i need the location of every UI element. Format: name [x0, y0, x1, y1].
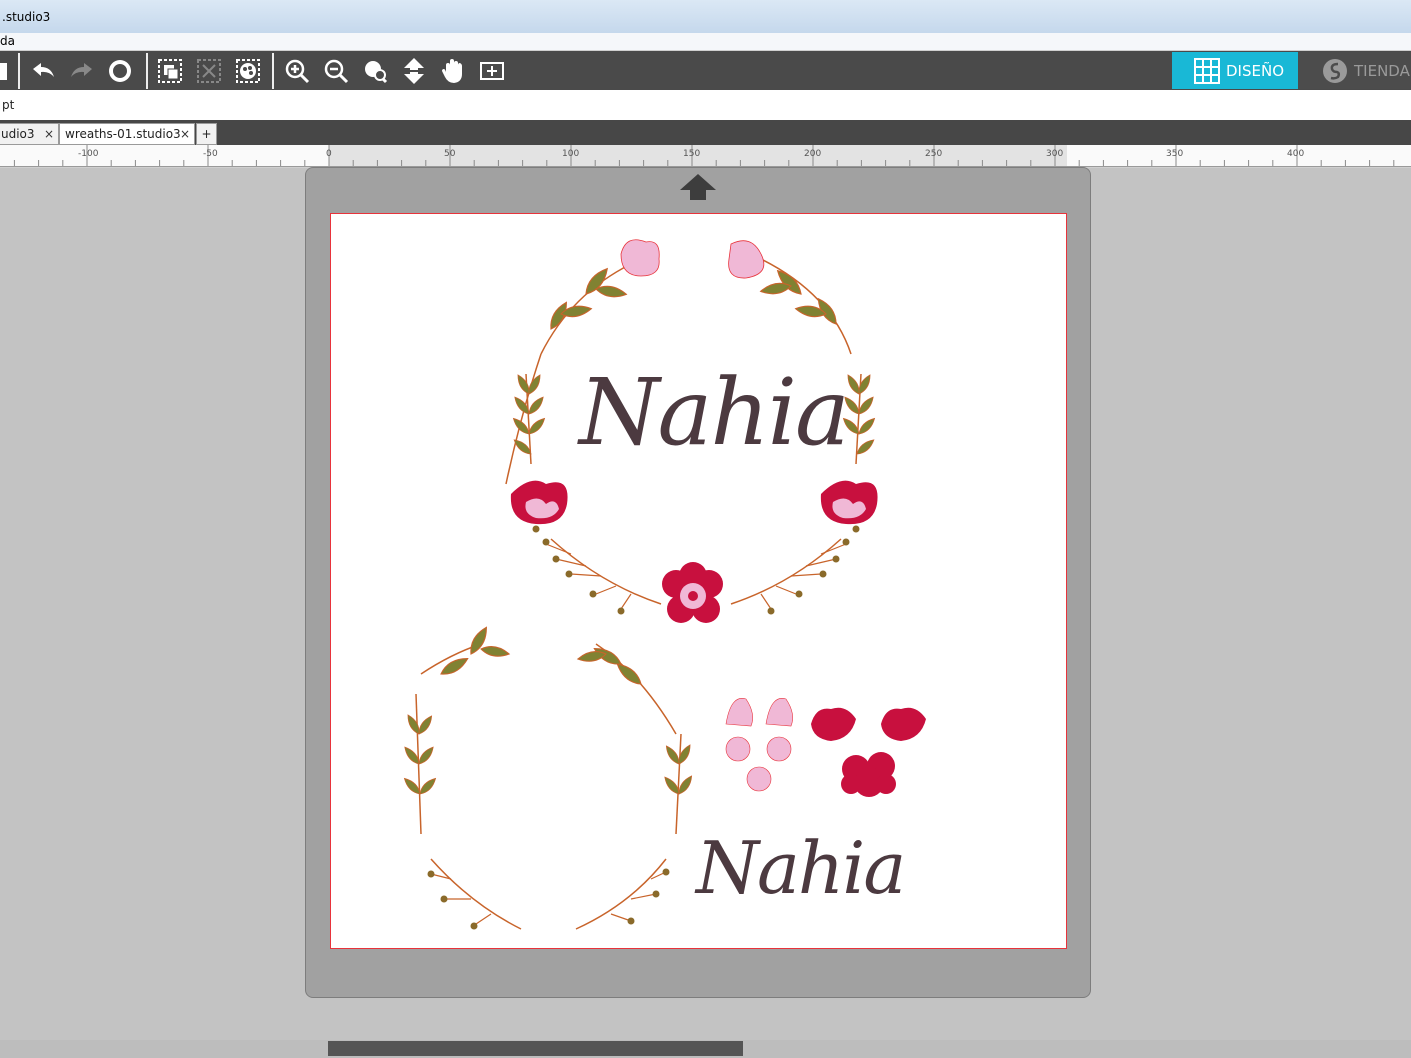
ruler-label: -50: [203, 149, 218, 159]
zoom-in-icon[interactable]: [279, 53, 315, 89]
document-tab-label: wreaths-01.studio3: [65, 127, 181, 141]
plus-icon: +: [201, 127, 212, 141]
loose-pink-petals: [725, 697, 793, 792]
title-bar: .studio3: [0, 0, 1411, 33]
loose-magenta-petals: [811, 707, 926, 797]
redo-icon[interactable]: [64, 53, 100, 89]
document-tab[interactable]: udio3 ×: [0, 123, 59, 145]
design-tab-label: DISEÑO: [1226, 61, 1285, 80]
bottom-right-branch: [730, 525, 860, 615]
unit-label: pt: [2, 98, 15, 112]
magenta-tulip-left: [510, 480, 568, 525]
new-tab-button[interactable]: +: [196, 123, 217, 145]
grid-icon: [1194, 57, 1220, 84]
ungroup-icon[interactable]: [191, 53, 227, 89]
menu-bar: da: [0, 33, 1411, 51]
document-tab-bar: udio3 × wreaths-01.studio3 × +: [0, 120, 1411, 145]
group-icon[interactable]: [152, 53, 188, 89]
center-flower: [662, 562, 723, 623]
pink-tulip-right: [728, 240, 765, 279]
magenta-tulip-right: [820, 480, 878, 525]
ruler-label: 400: [1287, 149, 1304, 159]
bottom-left-branch: [532, 525, 662, 615]
document-tab-active[interactable]: wreaths-01.studio3 ×: [59, 123, 195, 145]
ruler-label: 0: [326, 149, 332, 159]
zoom-select-icon[interactable]: [357, 53, 393, 89]
ruler-label: 100: [562, 149, 579, 159]
name-text-small[interactable]: Nahia: [696, 826, 906, 910]
feed-direction-arrow-icon: [680, 174, 716, 200]
undo-icon[interactable]: [25, 53, 61, 89]
pan-down-icon[interactable]: [396, 53, 432, 89]
toolbar-separator: [272, 53, 274, 89]
close-tab-icon[interactable]: ×: [180, 127, 190, 141]
close-tab-icon[interactable]: ×: [44, 127, 54, 141]
pink-tulip-left: [620, 239, 660, 277]
design-page[interactable]: Nahia Nahia: [330, 213, 1067, 949]
replicate-icon[interactable]: [102, 53, 138, 89]
small-wreath-left: [401, 624, 511, 835]
silhouette-logo-icon: [1323, 58, 1347, 83]
save-icon[interactable]: [0, 53, 16, 89]
ruler-label: 350: [1166, 149, 1183, 159]
ruler-label: 50: [444, 149, 456, 159]
small-wreath-right: [576, 643, 695, 835]
horizontal-scrollbar-thumb[interactable]: [328, 1041, 743, 1056]
fit-page-icon[interactable]: [474, 53, 510, 89]
property-bar: pt: [0, 90, 1411, 120]
name-text-large[interactable]: Nahia: [579, 359, 850, 466]
window-title: .studio3: [2, 10, 51, 24]
toolbar-separator: [146, 53, 148, 89]
store-tab-label: TIENDA: [1354, 61, 1410, 80]
ruler-label: 300: [1046, 149, 1063, 159]
zoom-out-icon[interactable]: [318, 53, 354, 89]
ruler-label: 150: [683, 149, 700, 159]
ruler-label: -100: [78, 149, 99, 159]
ruler-label: 200: [804, 149, 821, 159]
design-tab-button[interactable]: DISEÑO: [1172, 52, 1298, 89]
toolbar-separator: [18, 53, 20, 89]
horizontal-ruler: -100 -50 0 50 100 150 200 250 300 350 40…: [0, 145, 1411, 168]
document-tab-label: udio3: [1, 127, 35, 141]
menu-item-help[interactable]: da: [0, 34, 15, 48]
store-tab-button[interactable]: TIENDA: [1298, 52, 1411, 89]
pan-hand-icon[interactable]: [435, 53, 471, 89]
small-bottom-branches: [427, 858, 670, 930]
fill-icon[interactable]: [230, 53, 266, 89]
ruler-label: 250: [925, 149, 942, 159]
